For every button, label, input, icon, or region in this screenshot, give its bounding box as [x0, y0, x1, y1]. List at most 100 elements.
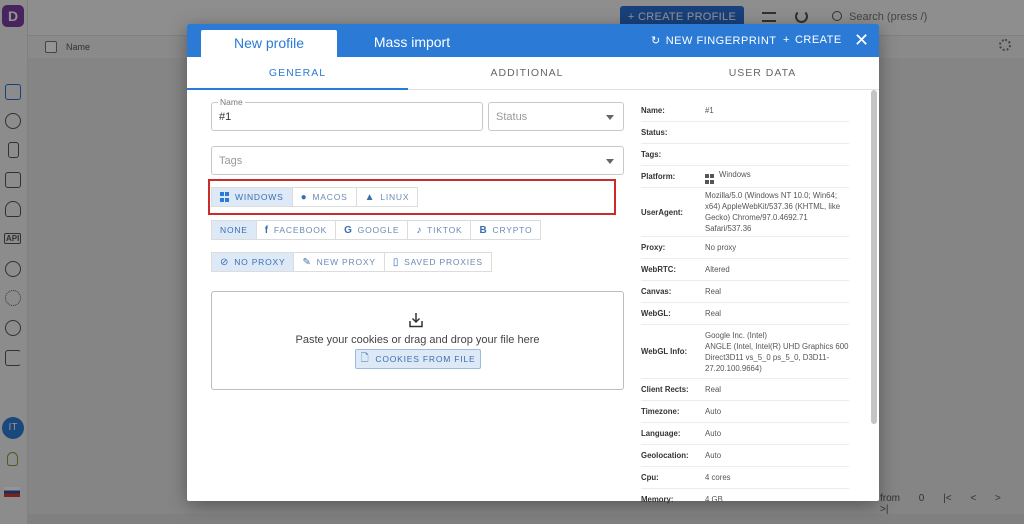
edit-icon: ✎ — [302, 256, 312, 268]
saved-proxies-label: SAVED PROXIES — [404, 257, 483, 267]
info-row: Client Rects: Real — [641, 379, 849, 401]
new-fingerprint-button[interactable]: ↻ NEW FINGERPRINT — [651, 34, 777, 47]
tab-mass-import[interactable]: Mass import — [357, 24, 467, 57]
bitcoin-icon: B — [479, 224, 488, 236]
info-value: 4 cores — [705, 473, 731, 482]
dialog-header: New profile Mass import ↻ NEW FINGERPRINT… — [187, 24, 879, 57]
saved-proxies-button[interactable]: ▯ SAVED PROXIES — [383, 252, 492, 272]
cookie-preset-selector: NONE f FACEBOOK G GOOGLE ♪ TIKTOK B CRYP… — [211, 220, 542, 240]
no-proxy-button[interactable]: ⊘ NO PROXY — [211, 252, 295, 272]
info-key: Platform: — [641, 172, 676, 181]
preset-crypto-label: CRYPTO — [492, 225, 533, 235]
info-value: #1 — [705, 106, 714, 115]
bookmark-icon: ▯ — [392, 256, 400, 268]
tab-user-data[interactable]: USER DATA — [646, 57, 879, 90]
info-value: Auto — [705, 407, 722, 416]
refresh-icon: ↻ — [651, 35, 661, 47]
info-row: UserAgent: Mozilla/5.0 (Windows NT 10.0;… — [641, 188, 849, 237]
info-key: Tags: — [641, 150, 662, 159]
info-row: Platform: Windows — [641, 166, 849, 188]
file-icon: 🗋 — [360, 352, 370, 364]
tiktok-icon: ♪ — [416, 224, 423, 236]
import-icon — [409, 313, 423, 328]
name-label: Name — [218, 97, 245, 107]
status-select[interactable]: Status — [488, 102, 624, 131]
cookies-from-file-label: COOKIES FROM FILE — [375, 354, 476, 364]
chevron-down-icon — [606, 159, 614, 164]
preset-none-label: NONE — [220, 225, 248, 235]
info-value: 4 GB — [705, 494, 723, 504]
tags-placeholder: Tags — [219, 155, 243, 167]
info-value: Auto — [705, 429, 722, 438]
preset-tiktok-label: TIKTOK — [427, 225, 463, 235]
info-key: Canvas: — [641, 287, 672, 296]
plus-icon: + — [783, 34, 790, 46]
info-row: WebGL Info: Google Inc. (Intel) ANGLE (I… — [641, 325, 849, 379]
tab-general[interactable]: GENERAL — [187, 57, 408, 90]
info-row: Proxy: No proxy — [641, 237, 849, 259]
block-icon: ⊘ — [220, 256, 230, 268]
info-row: Canvas: Real — [641, 281, 849, 303]
info-key: WebRTC: — [641, 265, 676, 274]
annotation-highlight-box — [208, 179, 616, 215]
windows-icon — [705, 174, 715, 184]
info-key: UserAgent: — [641, 207, 684, 217]
chevron-down-icon — [606, 115, 614, 120]
info-key: Client Rects: — [641, 385, 689, 394]
preset-google-label: GOOGLE — [357, 225, 400, 235]
new-proxy-label: NEW PROXY — [316, 257, 376, 267]
preset-facebook-button[interactable]: f FACEBOOK — [255, 220, 337, 240]
facebook-icon: f — [264, 224, 269, 236]
create-label: CREATE — [794, 34, 842, 46]
info-row: Geolocation: Auto — [641, 445, 849, 467]
preset-none-button[interactable]: NONE — [211, 220, 257, 240]
preset-crypto-button[interactable]: B CRYPTO — [470, 220, 542, 240]
info-row: Cpu: 4 cores — [641, 467, 849, 489]
dialog-scrollbar[interactable] — [871, 90, 877, 424]
info-value: Real — [705, 385, 722, 394]
info-key: Status: — [641, 128, 668, 137]
info-row: Tags: — [641, 144, 849, 166]
platform-value: Windows — [719, 170, 751, 179]
info-value: Altered — [705, 265, 730, 274]
name-value: #1 — [219, 111, 232, 123]
create-button[interactable]: + CREATE — [783, 34, 842, 46]
new-proxy-button[interactable]: ✎ NEW PROXY — [293, 252, 385, 272]
tab-additional[interactable]: ADDITIONAL — [408, 57, 646, 90]
new-fingerprint-label: NEW FINGERPRINT — [665, 35, 777, 47]
cookie-dropzone[interactable]: Paste your cookies or drag and drop your… — [211, 291, 624, 390]
proxy-selector: ⊘ NO PROXY ✎ NEW PROXY ▯ SAVED PROXIES — [211, 252, 492, 272]
info-key: Cpu: — [641, 473, 659, 482]
no-proxy-label: NO PROXY — [234, 257, 286, 267]
preset-tiktok-button[interactable]: ♪ TIKTOK — [407, 220, 472, 240]
info-value: No proxy — [705, 243, 737, 252]
info-row: Status: — [641, 122, 849, 144]
info-row: Language: Auto — [641, 423, 849, 445]
cookies-from-file-button[interactable]: 🗋 COOKIES FROM FILE — [355, 349, 481, 369]
info-key: Proxy: — [641, 243, 666, 252]
info-value: Google Inc. (Intel) ANGLE (Intel, Intel(… — [705, 330, 849, 373]
preset-facebook-label: FACEBOOK — [273, 225, 328, 235]
preset-google-button[interactable]: G GOOGLE — [335, 220, 409, 240]
info-key: Name: — [641, 106, 665, 115]
info-row: Memory: 4 GB — [641, 489, 849, 509]
info-row: Name: #1 — [641, 100, 849, 122]
close-icon[interactable]: ✕ — [854, 30, 869, 51]
info-key: Timezone: — [641, 407, 680, 416]
info-row: WebGL: Real — [641, 303, 849, 325]
info-value: Auto — [705, 451, 722, 460]
name-field[interactable]: Name #1 — [211, 97, 483, 131]
section-tabs: GENERAL ADDITIONAL USER DATA — [187, 57, 879, 90]
info-value: Windows — [705, 169, 751, 184]
status-placeholder: Status — [496, 111, 528, 123]
info-value: Real — [705, 309, 722, 318]
info-key: WebGL: — [641, 309, 671, 318]
info-key: Memory: — [641, 494, 674, 504]
info-key: WebGL Info: — [641, 347, 688, 356]
fingerprint-summary: Name: #1 Status: Tags: Platform: Windows… — [641, 100, 849, 509]
info-row: WebRTC: Altered — [641, 259, 849, 281]
google-icon: G — [344, 224, 353, 236]
tags-select[interactable]: Tags — [211, 146, 624, 175]
info-key: Language: — [641, 429, 681, 438]
tab-new-profile[interactable]: New profile — [201, 30, 337, 57]
